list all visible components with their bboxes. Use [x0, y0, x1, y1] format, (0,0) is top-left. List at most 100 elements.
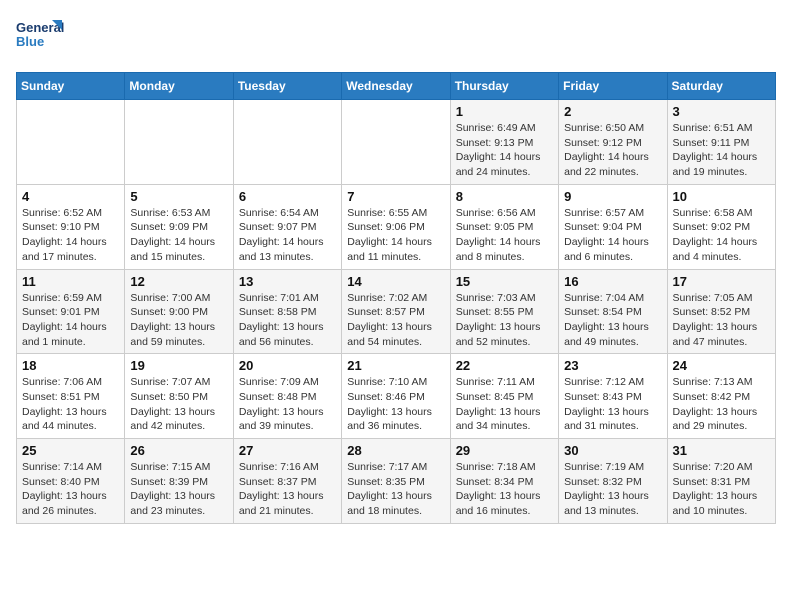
day-cell-10: 10 Sunrise: 6:58 AMSunset: 9:02 PMDayligh… — [667, 184, 775, 269]
logo-svg: General Blue — [16, 16, 66, 60]
weekday-header-row: SundayMondayTuesdayWednesdayThursdayFrid… — [17, 73, 776, 100]
weekday-header-tuesday: Tuesday — [233, 73, 341, 100]
empty-cell — [125, 100, 233, 185]
day-info: Sunrise: 7:12 AMSunset: 8:43 PMDaylight:… — [564, 375, 661, 434]
day-info: Sunrise: 6:58 AMSunset: 9:02 PMDaylight:… — [673, 206, 770, 265]
day-info: Sunrise: 7:14 AMSunset: 8:40 PMDaylight:… — [22, 460, 119, 519]
day-number: 9 — [564, 189, 661, 204]
day-number: 21 — [347, 358, 444, 373]
day-info: Sunrise: 7:07 AMSunset: 8:50 PMDaylight:… — [130, 375, 227, 434]
day-info: Sunrise: 7:17 AMSunset: 8:35 PMDaylight:… — [347, 460, 444, 519]
day-number: 30 — [564, 443, 661, 458]
day-cell-6: 6 Sunrise: 6:54 AMSunset: 9:07 PMDaylight… — [233, 184, 341, 269]
day-number: 20 — [239, 358, 336, 373]
day-cell-18: 18 Sunrise: 7:06 AMSunset: 8:51 PMDayligh… — [17, 354, 125, 439]
day-number: 15 — [456, 274, 553, 289]
day-cell-24: 24 Sunrise: 7:13 AMSunset: 8:42 PMDayligh… — [667, 354, 775, 439]
week-row-5: 25 Sunrise: 7:14 AMSunset: 8:40 PMDayligh… — [17, 439, 776, 524]
day-number: 27 — [239, 443, 336, 458]
day-cell-30: 30 Sunrise: 7:19 AMSunset: 8:32 PMDayligh… — [559, 439, 667, 524]
day-cell-2: 2 Sunrise: 6:50 AMSunset: 9:12 PMDaylight… — [559, 100, 667, 185]
day-info: Sunrise: 6:50 AMSunset: 9:12 PMDaylight:… — [564, 121, 661, 180]
day-cell-28: 28 Sunrise: 7:17 AMSunset: 8:35 PMDayligh… — [342, 439, 450, 524]
day-number: 6 — [239, 189, 336, 204]
day-number: 23 — [564, 358, 661, 373]
day-number: 10 — [673, 189, 770, 204]
week-row-1: 1Sunrise: 6:49 AMSunset: 9:13 PMDaylight… — [17, 100, 776, 185]
day-info: Sunrise: 7:01 AMSunset: 8:58 PMDaylight:… — [239, 291, 336, 350]
day-info: Sunrise: 6:52 AMSunset: 9:10 PMDaylight:… — [22, 206, 119, 265]
header: General Blue — [16, 16, 776, 60]
calendar-header: SundayMondayTuesdayWednesdayThursdayFrid… — [17, 73, 776, 100]
empty-cell — [233, 100, 341, 185]
day-cell-26: 26 Sunrise: 7:15 AMSunset: 8:39 PMDayligh… — [125, 439, 233, 524]
weekday-header-wednesday: Wednesday — [342, 73, 450, 100]
day-number: 4 — [22, 189, 119, 204]
weekday-header-thursday: Thursday — [450, 73, 558, 100]
day-info: Sunrise: 6:54 AMSunset: 9:07 PMDaylight:… — [239, 206, 336, 265]
day-info: Sunrise: 6:51 AMSunset: 9:11 PMDaylight:… — [673, 121, 770, 180]
weekday-header-saturday: Saturday — [667, 73, 775, 100]
day-number: 3 — [673, 104, 770, 119]
day-number: 19 — [130, 358, 227, 373]
calendar-table: SundayMondayTuesdayWednesdayThursdayFrid… — [16, 72, 776, 524]
day-number: 28 — [347, 443, 444, 458]
day-number: 12 — [130, 274, 227, 289]
day-cell-1: 1Sunrise: 6:49 AMSunset: 9:13 PMDaylight… — [450, 100, 558, 185]
day-number: 29 — [456, 443, 553, 458]
day-number: 7 — [347, 189, 444, 204]
day-info: Sunrise: 7:18 AMSunset: 8:34 PMDaylight:… — [456, 460, 553, 519]
day-info: Sunrise: 7:13 AMSunset: 8:42 PMDaylight:… — [673, 375, 770, 434]
day-cell-13: 13Sunrise: 7:01 AMSunset: 8:58 PMDayligh… — [233, 269, 341, 354]
day-info: Sunrise: 7:04 AMSunset: 8:54 PMDaylight:… — [564, 291, 661, 350]
day-cell-27: 27Sunrise: 7:16 AMSunset: 8:37 PMDayligh… — [233, 439, 341, 524]
weekday-header-monday: Monday — [125, 73, 233, 100]
day-cell-20: 20 Sunrise: 7:09 AMSunset: 8:48 PMDayligh… — [233, 354, 341, 439]
day-info: Sunrise: 7:06 AMSunset: 8:51 PMDaylight:… — [22, 375, 119, 434]
day-info: Sunrise: 6:57 AMSunset: 9:04 PMDaylight:… — [564, 206, 661, 265]
day-number: 2 — [564, 104, 661, 119]
day-number: 8 — [456, 189, 553, 204]
day-cell-25: 25 Sunrise: 7:14 AMSunset: 8:40 PMDayligh… — [17, 439, 125, 524]
calendar-body: 1Sunrise: 6:49 AMSunset: 9:13 PMDaylight… — [17, 100, 776, 524]
day-cell-9: 9 Sunrise: 6:57 AMSunset: 9:04 PMDaylight… — [559, 184, 667, 269]
day-info: Sunrise: 7:05 AMSunset: 8:52 PMDaylight:… — [673, 291, 770, 350]
day-number: 25 — [22, 443, 119, 458]
day-info: Sunrise: 7:00 AMSunset: 9:00 PMDaylight:… — [130, 291, 227, 350]
empty-cell — [17, 100, 125, 185]
week-row-2: 4 Sunrise: 6:52 AMSunset: 9:10 PMDaylight… — [17, 184, 776, 269]
day-number: 24 — [673, 358, 770, 373]
day-number: 5 — [130, 189, 227, 204]
day-info: Sunrise: 6:59 AMSunset: 9:01 PMDaylight:… — [22, 291, 119, 350]
day-number: 22 — [456, 358, 553, 373]
week-row-3: 11 Sunrise: 6:59 AMSunset: 9:01 PMDayligh… — [17, 269, 776, 354]
day-info: Sunrise: 6:53 AMSunset: 9:09 PMDaylight:… — [130, 206, 227, 265]
day-cell-21: 21 Sunrise: 7:10 AMSunset: 8:46 PMDayligh… — [342, 354, 450, 439]
day-cell-7: 7Sunrise: 6:55 AMSunset: 9:06 PMDaylight… — [342, 184, 450, 269]
day-info: Sunrise: 7:09 AMSunset: 8:48 PMDaylight:… — [239, 375, 336, 434]
day-cell-31: 31Sunrise: 7:20 AMSunset: 8:31 PMDayligh… — [667, 439, 775, 524]
day-number: 26 — [130, 443, 227, 458]
day-cell-17: 17 Sunrise: 7:05 AMSunset: 8:52 PMDayligh… — [667, 269, 775, 354]
day-cell-11: 11 Sunrise: 6:59 AMSunset: 9:01 PMDayligh… — [17, 269, 125, 354]
day-info: Sunrise: 7:10 AMSunset: 8:46 PMDaylight:… — [347, 375, 444, 434]
day-info: Sunrise: 6:56 AMSunset: 9:05 PMDaylight:… — [456, 206, 553, 265]
day-number: 16 — [564, 274, 661, 289]
day-cell-14: 14Sunrise: 7:02 AMSunset: 8:57 PMDayligh… — [342, 269, 450, 354]
day-cell-19: 19 Sunrise: 7:07 AMSunset: 8:50 PMDayligh… — [125, 354, 233, 439]
day-cell-3: 3 Sunrise: 6:51 AMSunset: 9:11 PMDaylight… — [667, 100, 775, 185]
empty-cell — [342, 100, 450, 185]
day-number: 11 — [22, 274, 119, 289]
day-number: 14 — [347, 274, 444, 289]
day-cell-8: 8 Sunrise: 6:56 AMSunset: 9:05 PMDaylight… — [450, 184, 558, 269]
day-cell-4: 4 Sunrise: 6:52 AMSunset: 9:10 PMDaylight… — [17, 184, 125, 269]
day-info: Sunrise: 6:49 AMSunset: 9:13 PMDaylight:… — [456, 121, 553, 180]
weekday-header-friday: Friday — [559, 73, 667, 100]
day-number: 18 — [22, 358, 119, 373]
day-cell-22: 22Sunrise: 7:11 AMSunset: 8:45 PMDayligh… — [450, 354, 558, 439]
day-number: 17 — [673, 274, 770, 289]
day-cell-16: 16 Sunrise: 7:04 AMSunset: 8:54 PMDayligh… — [559, 269, 667, 354]
day-info: Sunrise: 7:19 AMSunset: 8:32 PMDaylight:… — [564, 460, 661, 519]
day-cell-23: 23 Sunrise: 7:12 AMSunset: 8:43 PMDayligh… — [559, 354, 667, 439]
day-info: Sunrise: 7:15 AMSunset: 8:39 PMDaylight:… — [130, 460, 227, 519]
